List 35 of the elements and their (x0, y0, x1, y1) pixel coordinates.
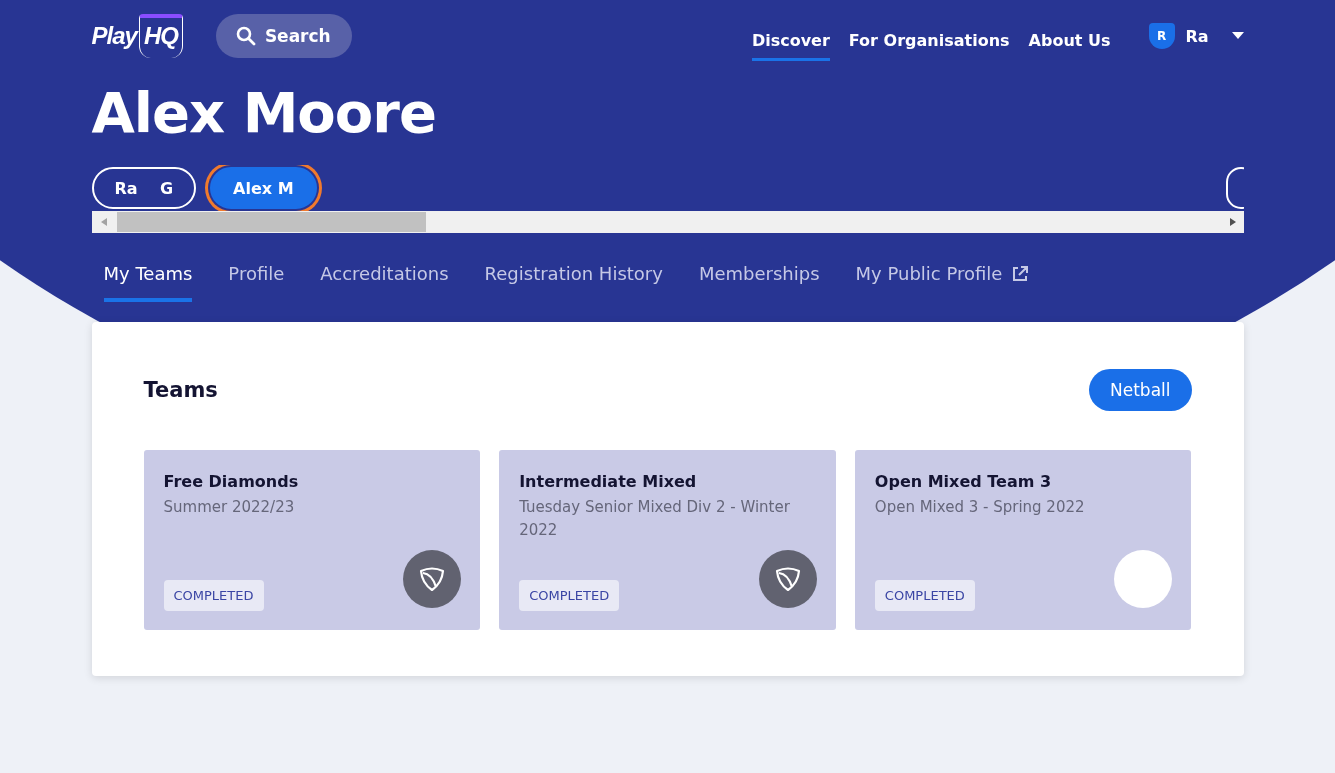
team-name: Intermediate Mixed (519, 472, 698, 492)
tab[interactable]: Accreditations (320, 263, 449, 303)
shield-icon (418, 565, 447, 594)
search-icon (235, 26, 256, 46)
caret-icon (1231, 32, 1244, 40)
team-season: Tuesday Senior Mixed Div 2 - Winter 2022 (519, 497, 791, 542)
team-card[interactable]: Free Diamonds Summer 2022/23 COMPLETED (143, 450, 481, 631)
sport-filter-button[interactable]: Netball (1089, 369, 1192, 412)
page-title: Alex Moore (91, 81, 437, 146)
status-badge: COMPLETED (519, 580, 620, 612)
shield-icon (773, 565, 802, 594)
team-name: Open Mixed Team 3 (874, 472, 1053, 492)
team-season: Open Mixed 3 - Spring 2022 (874, 497, 1086, 519)
status-badge: COMPLETED (874, 580, 975, 612)
team-card[interactable]: Open Mixed Team 3 Open Mixed 3 - Spring 2022 COMPLETED (854, 450, 1192, 631)
section-title: Teams (143, 378, 218, 403)
tab[interactable]: My Public Profile (855, 263, 1030, 303)
scrollbar-thumb[interactable] (116, 212, 426, 233)
tab[interactable]: Registration History (484, 263, 663, 303)
team-name: Free Diamonds (163, 472, 300, 492)
scroll-left-icon (100, 218, 107, 227)
team-card[interactable]: Intermediate Mixed Tuesday Senior Mixed Div 2 - Winter 2022 COMPLETED (499, 450, 836, 631)
tab[interactable]: My Teams (103, 263, 193, 303)
tab[interactable]: Profile (228, 263, 285, 303)
playhq-logo[interactable]: Play HQ (91, 14, 183, 58)
status-badge: COMPLETED (163, 580, 264, 612)
search-button[interactable]: Search (215, 14, 352, 58)
nav-link[interactable]: For Organisations (848, 19, 1010, 61)
scroll-right-icon (1229, 218, 1236, 227)
user-name[interactable]: Ra (1185, 26, 1209, 46)
profile-chip[interactable]: Ra G (91, 167, 197, 210)
tab[interactable]: Memberships (698, 263, 820, 303)
nav-link[interactable]: About Us (1028, 19, 1111, 61)
nav-link[interactable]: Discover (751, 19, 830, 61)
team-season: Summer 2022/23 (163, 497, 296, 519)
